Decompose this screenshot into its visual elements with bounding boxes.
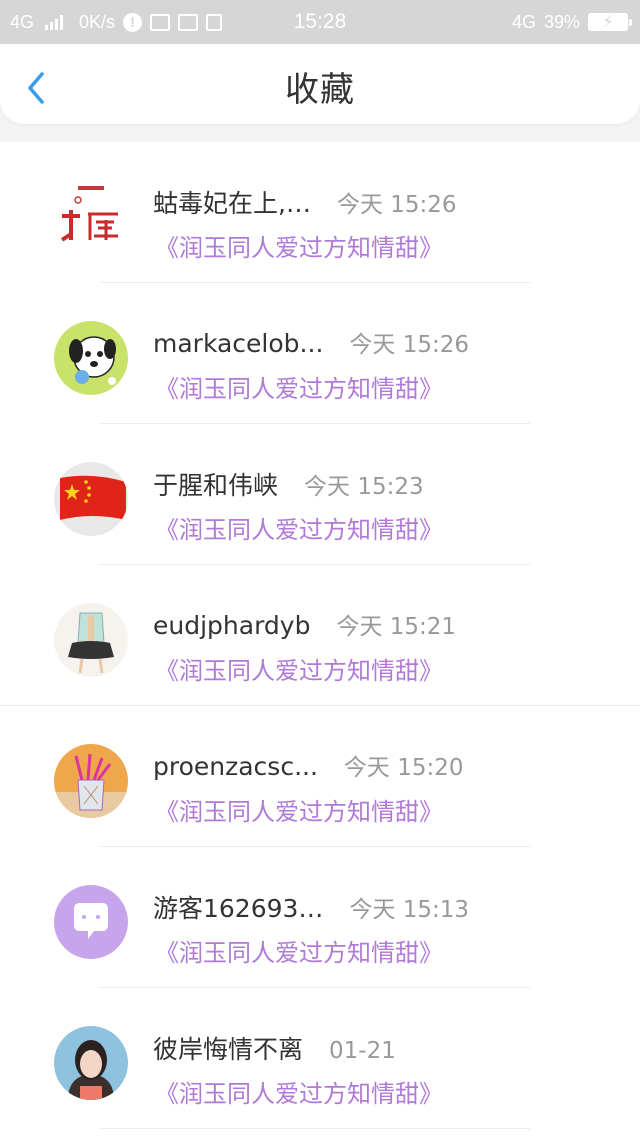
user-name: 彼岸悔情不离 xyxy=(153,1035,304,1064)
name-line: markacelob... 今天 15:26 xyxy=(153,325,469,359)
name-line: eudjphardyb 今天 15:21 xyxy=(153,607,456,641)
book-title-link[interactable]: 《润玉同人爱过方知情甜》 xyxy=(155,792,443,827)
book-title-link[interactable]: 《润玉同人爱过方知情甜》 xyxy=(155,1074,443,1109)
user-name: 游客162693… xyxy=(153,894,324,923)
book-title-link[interactable]: 《润玉同人爱过方知情甜》 xyxy=(155,228,443,263)
anime-girl-avatar[interactable] xyxy=(54,603,128,677)
name-line: 蛄毒妃在上,… 今天 15:26 xyxy=(153,184,457,220)
book-title-link[interactable]: 《润玉同人爱过方知情甜》 xyxy=(155,933,443,968)
battery-percent: 39% xyxy=(543,11,580,32)
user-name: markacelob... xyxy=(153,329,324,358)
red-calligraphy-avatar[interactable] xyxy=(54,180,128,254)
timestamp: 今天 15:20 xyxy=(343,755,464,781)
china-flag-avatar[interactable] xyxy=(54,462,128,536)
list-item[interactable]: markacelob... 今天 15:26 《润玉同人爱过方知情甜》 xyxy=(0,283,640,424)
name-line: proenzacsc... 今天 15:20 xyxy=(153,748,464,782)
name-line: 于腥和伟峡 今天 15:23 xyxy=(153,466,424,502)
list-item[interactable]: 彼岸悔情不离 01-21 《润玉同人爱过方知情甜》 xyxy=(0,988,640,1129)
user-name: eudjphardyb xyxy=(153,611,311,640)
divider xyxy=(100,1128,530,1129)
list-item[interactable]: 蛄毒妃在上,… 今天 15:26 《润玉同人爱过方知情甜》 xyxy=(0,142,640,283)
book-title-link[interactable]: 《润玉同人爱过方知情甜》 xyxy=(155,369,443,404)
favorites-list: 蛄毒妃在上,… 今天 15:26 《润玉同人爱过方知情甜》 markacelob… xyxy=(0,142,640,1138)
cartoon-dog-avatar[interactable] xyxy=(54,321,128,395)
header: 收藏 xyxy=(0,44,640,124)
list-item[interactable]: 游客162693… 今天 15:13 《润玉同人爱过方知情甜》 xyxy=(0,847,640,988)
list-item[interactable]: proenzacsc... 今天 15:20 《润玉同人爱过方知情甜》 xyxy=(0,706,640,847)
timestamp: 今天 15:26 xyxy=(336,192,457,218)
user-name: 蛄毒妃在上,… xyxy=(153,189,311,218)
timestamp: 今天 15:23 xyxy=(304,474,424,500)
network-type-right: 4G xyxy=(511,11,536,32)
user-name: 于腥和伟峡 xyxy=(153,471,279,500)
girl-photo-avatar[interactable] xyxy=(54,1026,128,1100)
user-name: proenzacsc... xyxy=(153,752,318,781)
timestamp: 今天 15:21 xyxy=(336,614,457,640)
status-right: 4G 39% ⚡ xyxy=(511,0,632,44)
book-title-link[interactable]: 《润玉同人爱过方知情甜》 xyxy=(155,510,443,545)
name-line: 彼岸悔情不离 01-21 xyxy=(153,1030,396,1066)
battery-icon: ⚡ xyxy=(588,13,632,31)
list-item[interactable]: eudjphardyb 今天 15:21 《润玉同人爱过方知情甜》 xyxy=(0,565,640,706)
pencil-cup-avatar[interactable] xyxy=(54,744,128,818)
page-title: 收藏 xyxy=(285,70,355,110)
name-line: 游客162693… 今天 15:13 xyxy=(153,889,469,925)
chat-bubble-avatar[interactable] xyxy=(54,885,128,959)
book-title-link[interactable]: 《润玉同人爱过方知情甜》 xyxy=(155,651,443,686)
status-bar: 4G 0K/s ! 15:28 4G 39% ⚡ xyxy=(0,0,640,44)
list-item[interactable]: 于腥和伟峡 今天 15:23 《润玉同人爱过方知情甜》 xyxy=(0,424,640,565)
timestamp: 01-21 xyxy=(329,1038,396,1064)
timestamp: 今天 15:26 xyxy=(349,332,469,358)
timestamp: 今天 15:13 xyxy=(349,897,470,923)
